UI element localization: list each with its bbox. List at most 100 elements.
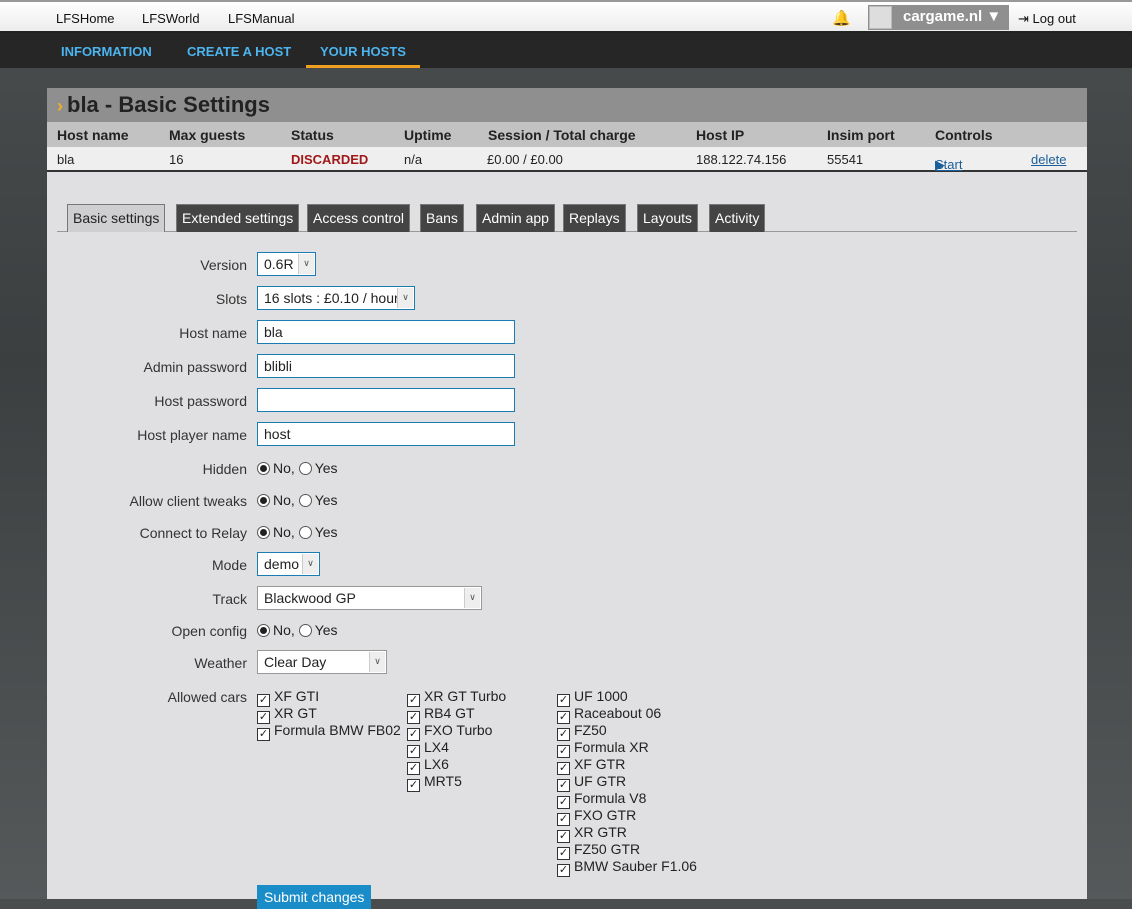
client-tweaks-no-radio[interactable] [257,494,270,507]
version-label: Version [200,257,247,273]
checkbox-checked-icon: ✓ [557,864,570,877]
slots-select[interactable]: 16 slots : £0.10 / hour ∨ [257,286,415,310]
relay-label: Connect to Relay [139,525,247,541]
tab-layouts[interactable]: Layouts [637,204,699,232]
lfsworld-link[interactable]: LFSWorld [142,11,200,26]
mode-value: demo [264,556,300,572]
tab-admin-app[interactable]: Admin app [476,204,555,232]
tab-access-control[interactable]: Access control [307,204,411,232]
tab-extended-settings[interactable]: Extended settings [176,204,300,232]
slots-label: Slots [215,291,247,307]
logout-link[interactable]: ⇥ Log out [1018,11,1076,27]
page-title: › bla - Basic Settings [47,88,1087,122]
hidden-no-radio[interactable] [257,462,270,475]
user-name: cargame.nl ▼ [903,8,1002,25]
chevron-icon: › [57,96,63,116]
car-checkbox[interactable]: ✓ Formula BMW FB02 [257,722,401,741]
hidden-label: Hidden [202,461,247,477]
chevron-down-icon: ∨ [369,652,385,672]
host-player-name-input[interactable]: host [257,422,515,446]
open-config-radio-group: No, Yes [257,622,338,638]
hidden-yes-radio[interactable] [298,462,312,475]
mode-label: Mode [211,557,247,573]
tab-activity[interactable]: Activity [709,204,766,232]
car-label: XR GT [274,705,317,721]
car-label: XF GTR [574,756,626,772]
bell-icon[interactable]: 🔔 [832,9,851,27]
client-tweaks-radio-group: No, Yes [257,492,338,508]
chevron-down-icon: ∨ [464,588,480,608]
checkbox-checked-icon: ✓ [407,779,420,792]
delete-link[interactable]: delete [1031,152,1066,167]
yes-label: Yes [314,622,338,638]
logout-icon: ⇥ [1018,11,1029,26]
main-nav: INFORMATION CREATE A HOST YOUR HOSTS [0,33,1132,68]
car-label: MRT5 [424,773,462,789]
col-max-guests: Max guests [169,127,246,143]
mode-select[interactable]: demo ∨ [257,552,320,576]
host-name-input[interactable]: bla [257,320,515,344]
no-label: No, [273,622,295,638]
open-config-yes-radio[interactable] [298,624,312,637]
car-label: XR GTR [574,824,627,840]
tab-bans[interactable]: Bans [420,204,464,232]
cell-host-name: bla [57,152,75,167]
tab-basic-settings[interactable]: Basic settings [67,204,166,232]
car-label: Formula XR [574,739,649,755]
start-label: Start [935,157,963,172]
admin-password-input[interactable]: blibli [257,354,515,378]
yes-label: Yes [314,524,338,540]
yes-label: Yes [314,492,338,508]
nav-create-host[interactable]: CREATE A HOST [187,44,291,68]
car-checkbox[interactable]: ✓ BMW Sauber F1.06 [557,858,697,877]
col-charge: Session / Total charge [488,127,636,143]
nav-information[interactable]: INFORMATION [61,44,152,68]
client-tweaks-label: Allow client tweaks [129,493,248,509]
col-host-ip: Host IP [696,127,745,143]
user-menu[interactable]: cargame.nl ▼ [868,5,1009,30]
col-uptime: Uptime [404,127,452,143]
relay-yes-radio[interactable] [298,526,312,539]
nav-your-hosts[interactable]: YOUR HOSTS [306,44,420,68]
no-label: No, [273,492,295,508]
client-tweaks-yes-radio[interactable] [298,494,312,507]
avatar [869,6,892,29]
host-password-input[interactable] [257,388,515,412]
car-label: LX6 [424,756,449,772]
relay-no-radio[interactable] [257,526,270,539]
weather-label: Weather [194,655,247,671]
tab-replays[interactable]: Replays [563,204,626,232]
lfshome-link[interactable]: LFSHome [56,11,115,26]
track-select[interactable]: Blackwood GP ∨ [257,586,482,610]
col-host-name: Host name [57,127,129,143]
col-insim-port: Insim port [827,127,895,143]
car-label: FZ50 GTR [574,841,641,857]
no-label: No, [273,524,295,540]
lfsmanual-link[interactable]: LFSManual [228,11,294,26]
yes-label: Yes [314,460,338,476]
table-row: bla 16 DISCARDED n/a £0.00 / £0.00 188.1… [47,147,1087,172]
car-checkbox[interactable]: ✓ MRT5 [407,773,462,792]
host-player-name-label: Host player name [137,427,247,443]
track-label: Track [212,591,247,607]
no-label: No, [273,460,295,476]
open-config-label: Open config [171,623,248,639]
cell-host-ip: 188.122.74.156 [696,152,787,167]
weather-select[interactable]: Clear Day ∨ [257,650,387,674]
submit-button[interactable]: Submit changes [257,885,372,909]
car-label: Formula BMW FB02 [274,722,401,738]
version-select[interactable]: 0.6R ∨ [257,252,316,276]
open-config-no-radio[interactable] [257,624,270,637]
car-label: UF 1000 [574,688,628,704]
car-label: Raceabout 06 [574,705,662,721]
slots-value: 16 slots : £0.10 / hour [264,290,399,306]
cell-charge: £0.00 / £0.00 [487,152,563,167]
table-header: Host name Max guests Status Uptime Sessi… [47,122,1087,147]
checkbox-checked-icon: ✓ [257,728,270,741]
chevron-down-icon: ∨ [397,288,413,308]
car-label: FZ50 [574,722,607,738]
host-panel: › bla - Basic Settings Host name Max gues… [47,88,1087,909]
car-label: XR GT Turbo [424,688,507,704]
cell-uptime: n/a [404,152,423,167]
top-bar: LFSHome LFSWorld LFSManual 🔔 cargame.nl … [0,0,1132,33]
